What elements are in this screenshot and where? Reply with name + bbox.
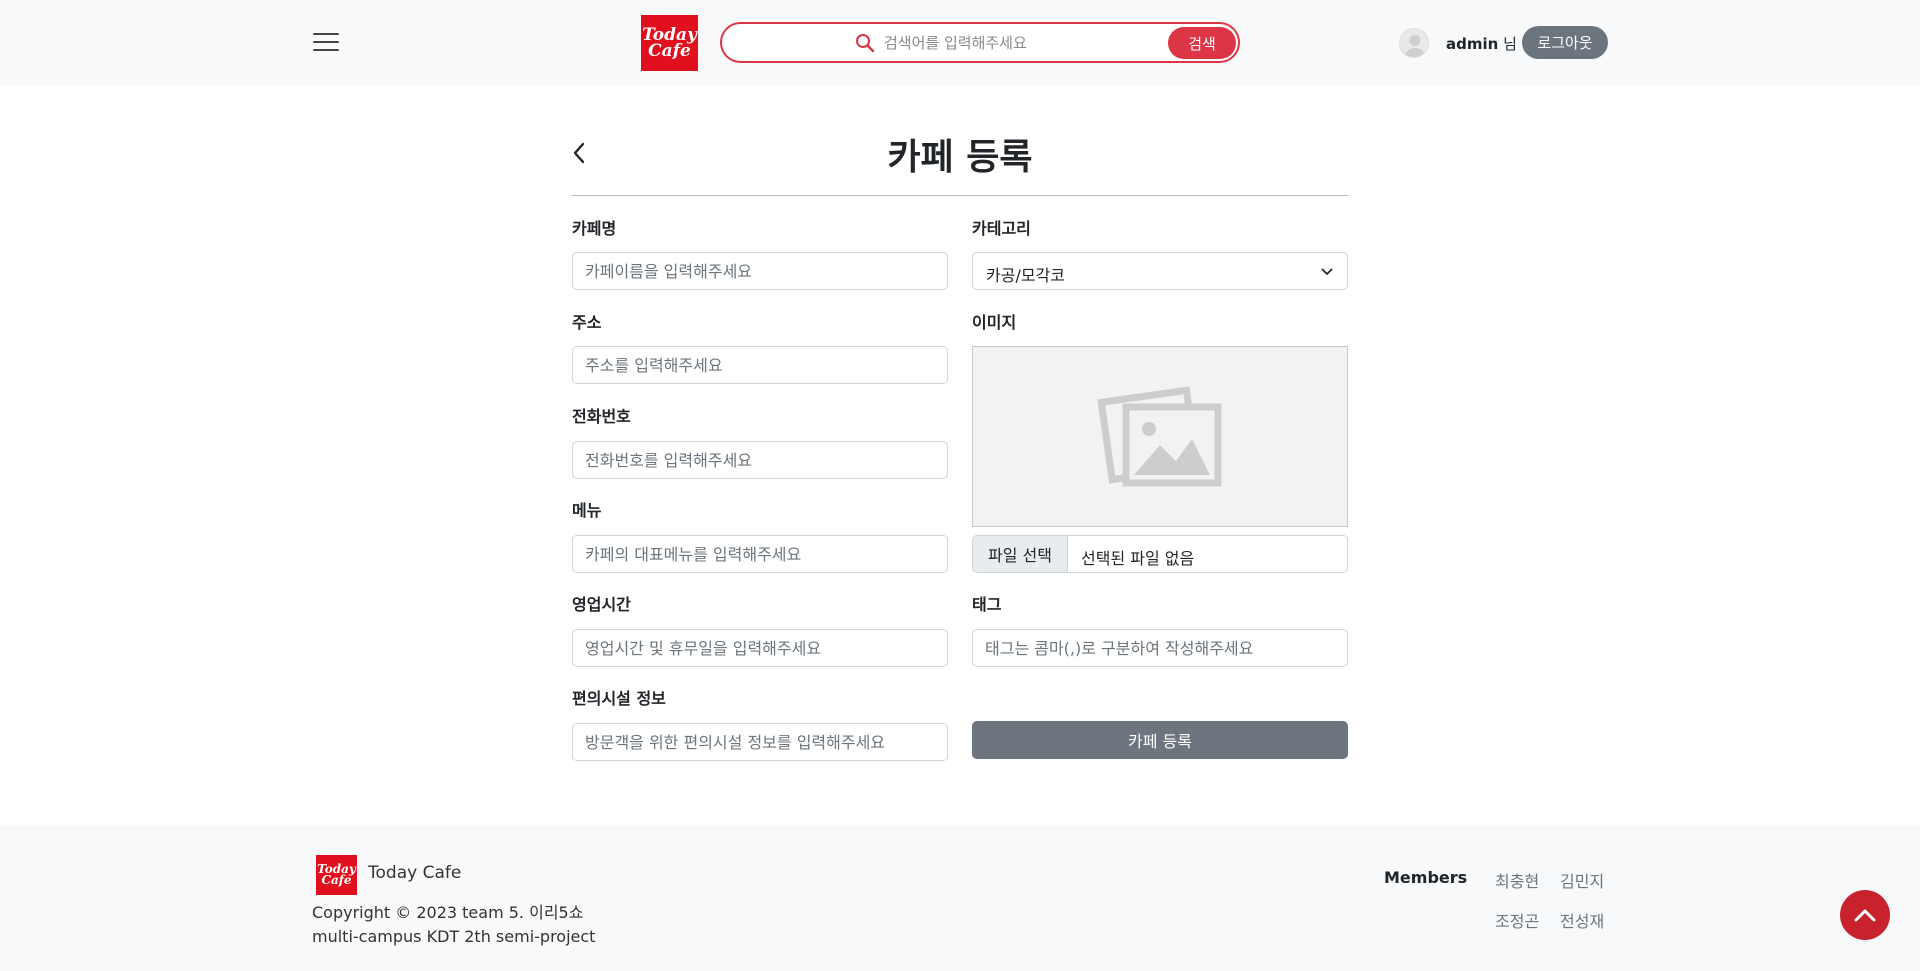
page-title: 카페 등록: [887, 137, 1033, 178]
category-selected-value: 카공/모각코: [986, 266, 1065, 285]
scroll-to-top-button[interactable]: [1840, 890, 1890, 940]
user-icon: [1405, 35, 1425, 57]
image-preview: [972, 346, 1348, 527]
chevron-down-icon: [1321, 268, 1333, 275]
register-cafe-button[interactable]: 카페 등록: [972, 721, 1348, 759]
image-file-input[interactable]: 파일 선택 선택된 파일 없음: [972, 535, 1348, 573]
address-label: 주소: [572, 313, 602, 332]
search-button[interactable]: 검색: [1168, 27, 1236, 59]
facilities-label: 편의시설 정보: [572, 689, 666, 708]
category-select[interactable]: 카공/모각코: [972, 252, 1348, 290]
search-input[interactable]: [884, 30, 1154, 56]
file-status: 선택된 파일 없음: [1081, 549, 1195, 568]
hours-input[interactable]: [572, 629, 948, 667]
username: admin 님: [1446, 35, 1517, 53]
divider: [572, 195, 1348, 196]
search-icon: [856, 34, 875, 53]
footer: Today Cafe Today Cafe Copyright © 2023 t…: [0, 825, 1920, 971]
tags-label: 태그: [972, 595, 1002, 614]
image-label: 이미지: [972, 313, 1017, 332]
header: Today Cafe 검색 admin 님 로그아웃: [0, 0, 1920, 86]
phone-label: 전화번호: [572, 407, 631, 426]
menu-icon[interactable]: [313, 31, 339, 53]
hours-label: 영업시간: [572, 595, 631, 614]
facilities-input[interactable]: [572, 723, 948, 761]
chevron-up-icon: [1854, 909, 1876, 922]
copyright: Copyright © 2023 team 5. 이리5쇼 multi-camp…: [312, 903, 596, 946]
cafe-name-label: 카페명: [572, 219, 617, 238]
tags-input[interactable]: [972, 629, 1348, 667]
member-link[interactable]: 조정곤: [1495, 908, 1539, 932]
phone-input[interactable]: [572, 441, 948, 479]
member-link[interactable]: 김민지: [1560, 868, 1604, 892]
logout-button[interactable]: 로그아웃: [1522, 26, 1608, 59]
footer-brand: Today Cafe: [368, 863, 462, 883]
member-link[interactable]: 최충현: [1495, 868, 1539, 892]
logo[interactable]: Today Cafe: [641, 15, 698, 71]
footer-logo: Today Cafe: [316, 855, 357, 895]
members-label: Members: [1384, 868, 1468, 887]
member-link[interactable]: 전성재: [1560, 908, 1604, 932]
search-bar: 검색: [720, 22, 1240, 63]
avatar: [1399, 28, 1429, 58]
file-select-button[interactable]: 파일 선택: [973, 536, 1068, 572]
menu-label: 메뉴: [572, 501, 602, 520]
address-input[interactable]: [572, 346, 948, 384]
image-placeholder-icon: [1097, 386, 1222, 487]
cafe-name-input[interactable]: [572, 252, 948, 290]
category-label: 카테고리: [972, 219, 1031, 238]
menu-input[interactable]: [572, 535, 948, 573]
